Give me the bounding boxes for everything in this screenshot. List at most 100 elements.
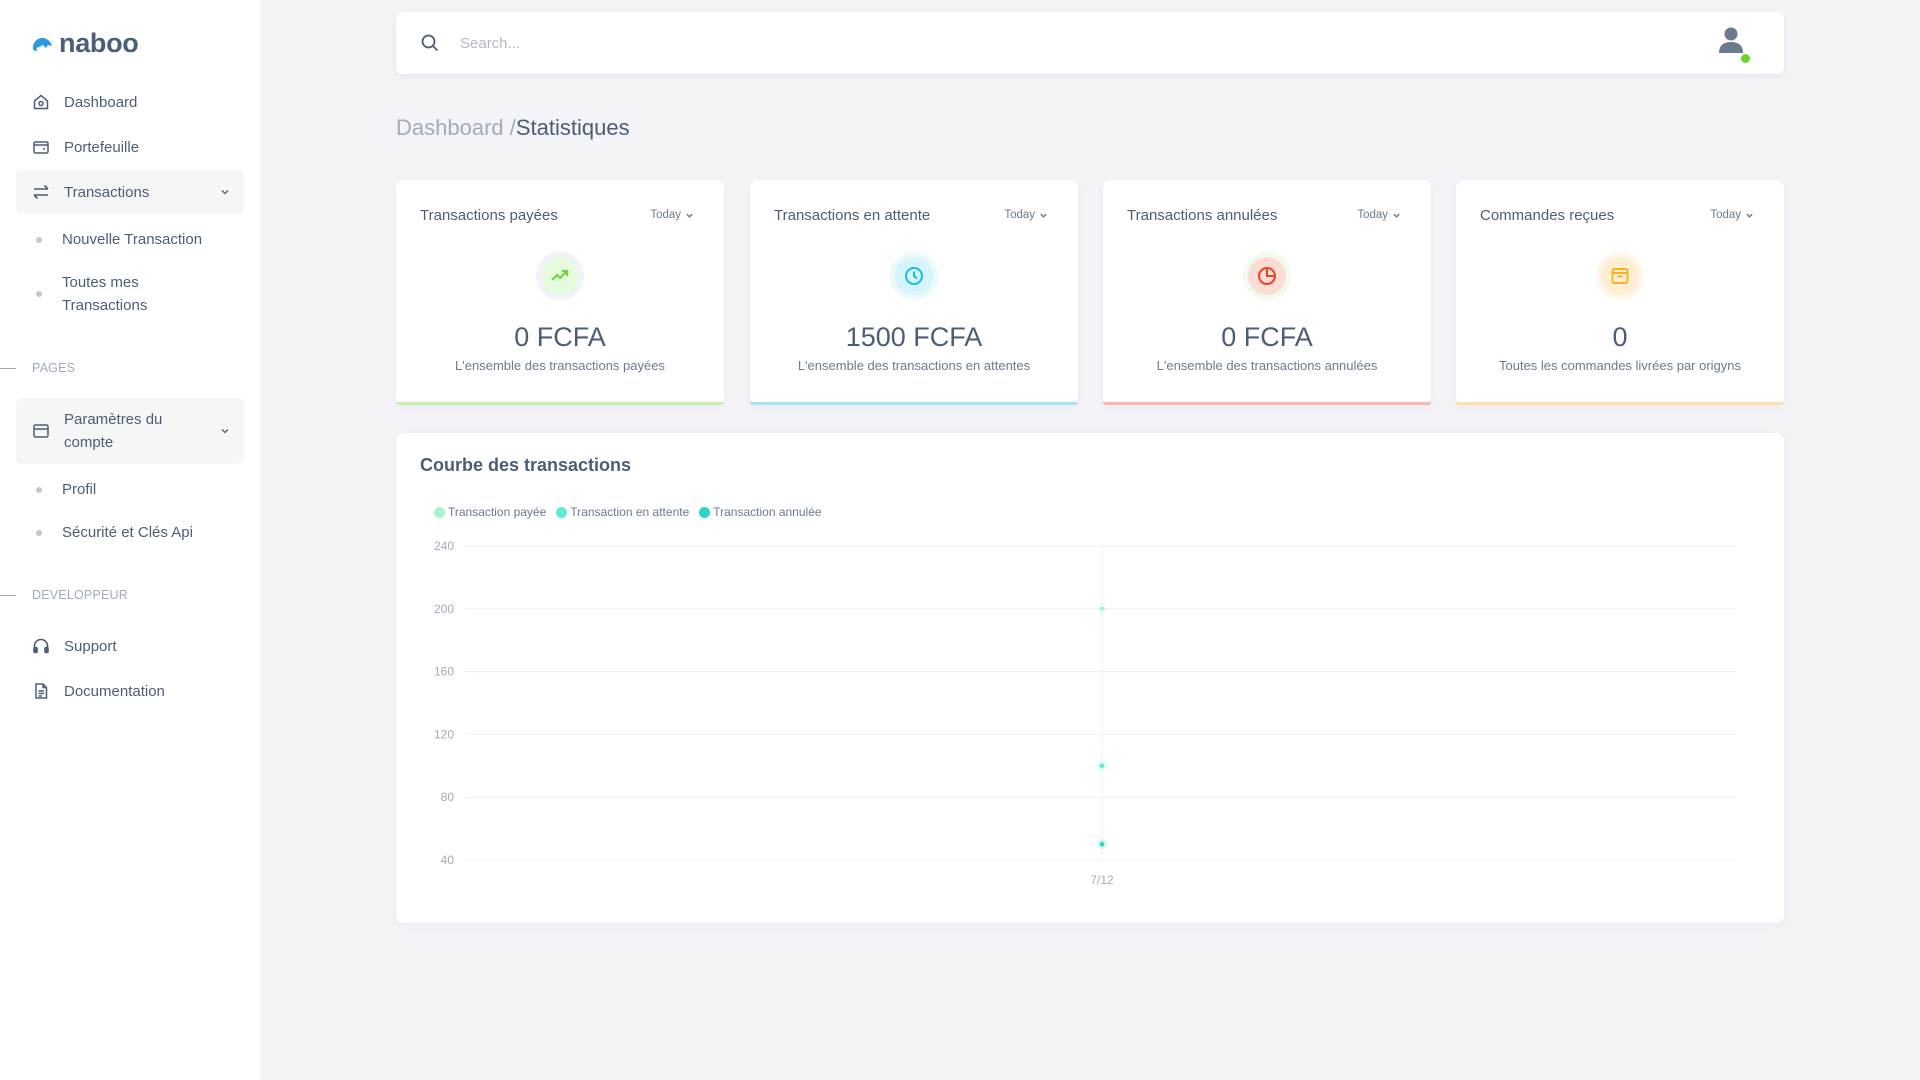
icon-badge xyxy=(536,252,584,300)
search-icon[interactable] xyxy=(420,33,440,53)
sidebar-subitem-label: Nouvelle Transaction xyxy=(62,231,203,248)
legend-marker xyxy=(699,506,711,518)
stat-card-pending: Transactions en attente Today 1500 FCFA … xyxy=(750,180,1078,405)
document-icon xyxy=(32,682,50,700)
sidebar-item-label: Transactions xyxy=(64,183,150,201)
archive-box-icon xyxy=(1611,268,1629,284)
period-filter-label: Today xyxy=(1357,209,1388,221)
data-point xyxy=(1099,842,1105,847)
sidebar-item-label: Paramètres du compte xyxy=(64,411,163,451)
legend-item-cancelled[interactable]: Transaction annulée xyxy=(699,505,822,519)
sidebar: naboo Dashboard Portefeuille Transaction… xyxy=(0,0,260,1080)
y-tick-label: 40 xyxy=(441,853,455,867)
sidebar-item-label: Documentation xyxy=(64,682,165,700)
bullet-icon xyxy=(36,236,42,243)
chevron-down-icon xyxy=(221,190,229,195)
card-accent-bar xyxy=(396,402,724,405)
sidebar-item-label: Support xyxy=(64,637,117,655)
sidebar-item-label: Portefeuille xyxy=(64,138,140,156)
card-title: Transactions payées xyxy=(420,207,558,224)
legend-marker xyxy=(556,506,568,518)
sidebar-item-parametres-du-compte[interactable]: Paramètres du compte xyxy=(16,398,244,464)
legend-marker xyxy=(434,506,445,518)
sidebar-subitem-label: Sécurité et Clés Api xyxy=(62,524,193,541)
card-accent-bar xyxy=(1103,402,1431,405)
section-label-text: DEVELOPPEUR xyxy=(32,588,128,602)
sidebar-item-dashboard[interactable]: Dashboard xyxy=(16,80,244,124)
card-title: Transactions en attente xyxy=(774,207,931,224)
period-filter-label: Today xyxy=(650,209,681,221)
legend-item-pending[interactable]: Transaction en attente xyxy=(556,505,689,519)
card-description: Toutes les commandes livrées par origyns xyxy=(1498,358,1742,373)
breadcrumb: Dashboard /Statistiques xyxy=(396,115,630,141)
sidebar-subitem-label: Profil xyxy=(62,481,97,498)
home-icon xyxy=(32,93,50,111)
breadcrumb-parent[interactable]: Dashboard / xyxy=(396,115,516,140)
card-accent-bar xyxy=(750,402,1078,405)
x-tick-label: 7/12 xyxy=(1090,873,1114,887)
chevron-down-icon xyxy=(221,429,229,434)
breadcrumb-current: Statistiques xyxy=(515,115,630,140)
chevron-down-icon xyxy=(1040,213,1047,218)
naboo-logo-icon xyxy=(33,37,52,51)
icon-badge xyxy=(890,252,938,300)
y-tick-label: 80 xyxy=(441,790,455,804)
y-tick-label: 160 xyxy=(434,665,454,679)
chart-legend: Transaction payée Transaction en attente… xyxy=(434,505,822,519)
trending-up-icon xyxy=(551,270,568,281)
card-accent-bar xyxy=(1456,402,1784,405)
user-avatar-icon[interactable] xyxy=(1716,25,1746,59)
stat-card-orders: Commandes reçues Today 0 Toutes les comm… xyxy=(1456,180,1784,405)
bullet-icon xyxy=(36,529,42,536)
icon-badge xyxy=(1243,252,1291,300)
clock-icon xyxy=(905,267,923,285)
sidebar-item-portefeuille[interactable]: Portefeuille xyxy=(16,125,244,169)
data-point xyxy=(1099,763,1105,769)
y-tick-label: 120 xyxy=(434,727,454,741)
y-tick-label: 200 xyxy=(434,602,454,616)
legend-label: Transaction en attente xyxy=(570,505,690,519)
chevron-down-icon xyxy=(686,213,693,218)
card-description: L'ensemble des transactions annulées xyxy=(1156,358,1378,373)
card-value: 0 FCFA xyxy=(514,322,606,352)
sidebar-subitem-profil[interactable]: Profil xyxy=(36,478,96,501)
legend-item-paid[interactable]: Transaction payée xyxy=(434,505,546,519)
period-filter-dropdown[interactable]: Today xyxy=(1710,209,1754,221)
transfer-arrows-icon xyxy=(32,183,50,201)
sidebar-item-label: Dashboard xyxy=(64,93,138,111)
card-description: L'ensemble des transactions en attentes xyxy=(797,358,1031,373)
sidebar-subitem-securite-cles-api[interactable]: Sécurité et Clés Api xyxy=(36,521,193,544)
icon-badge xyxy=(1596,252,1644,300)
bullet-icon xyxy=(36,486,42,493)
divider xyxy=(0,367,16,369)
sidebar-subitem-toutes-mes-transactions[interactable]: Toutes mes Transactions xyxy=(36,271,196,317)
brand-name: naboo xyxy=(59,28,139,58)
bullet-icon xyxy=(36,291,42,297)
card-value: 0 FCFA xyxy=(1221,322,1313,352)
period-filter-label: Today xyxy=(1710,209,1741,221)
chevron-down-icon xyxy=(1393,213,1400,218)
period-filter-label: Today xyxy=(1004,209,1035,221)
brand-logo[interactable]: naboo xyxy=(31,28,139,59)
search-input[interactable] xyxy=(448,24,653,62)
data-point xyxy=(1099,606,1105,612)
chevron-down-icon xyxy=(1746,213,1753,218)
period-filter-dropdown[interactable]: Today xyxy=(1004,209,1048,221)
stat-card-paid: Transactions payées Today 0 FCFA L'ensem… xyxy=(396,180,724,405)
stat-card-cancelled: Transactions annulées Today 0 FCFA L'ens… xyxy=(1103,180,1431,405)
sidebar-item-documentation[interactable]: Documentation xyxy=(16,669,244,713)
card-description: L'ensemble des transactions payées xyxy=(455,358,665,373)
period-filter-dropdown[interactable]: Today xyxy=(1357,209,1401,221)
period-filter-dropdown[interactable]: Today xyxy=(650,209,694,221)
card-title: Transactions annulées xyxy=(1127,207,1278,224)
section-label-pages: PAGES xyxy=(0,361,75,375)
card-value: 0 xyxy=(1612,322,1628,352)
section-label-text: PAGES xyxy=(32,361,76,375)
topbar xyxy=(396,12,1784,74)
wallet-icon xyxy=(32,138,50,156)
sidebar-subitem-nouvelle-transaction[interactable]: Nouvelle Transaction xyxy=(36,228,202,251)
legend-label: Transaction payée xyxy=(448,505,547,519)
sidebar-item-support[interactable]: Support xyxy=(16,624,244,668)
sidebar-item-transactions[interactable]: Transactions xyxy=(16,170,244,214)
headset-icon xyxy=(32,637,50,655)
